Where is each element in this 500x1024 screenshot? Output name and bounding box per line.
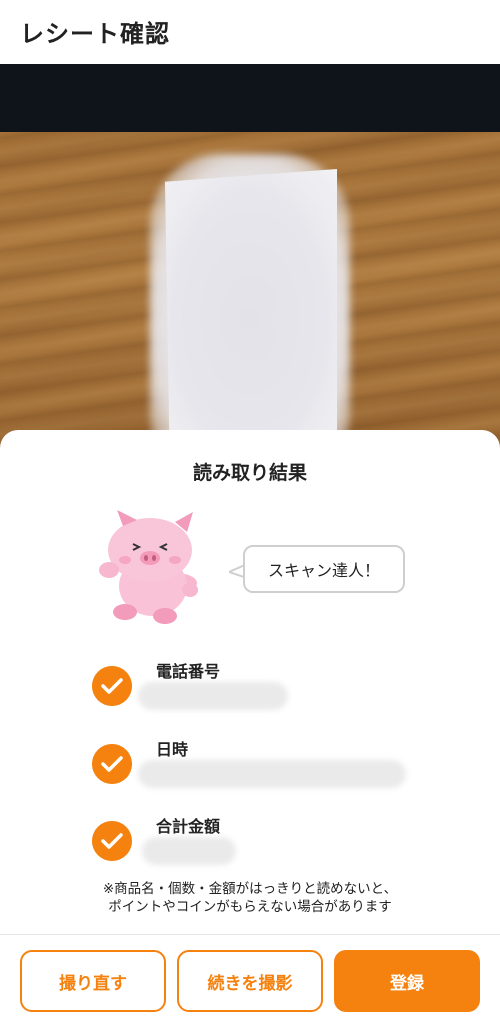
page-title: レシート確認 (20, 20, 170, 48)
result-title: 読み取り結果 (192, 462, 307, 484)
check-label-phone: 電話番号 (156, 662, 221, 681)
check-icon (92, 744, 132, 784)
notice-text: ※商品名・個数・金額がはっきりと読めないと、 ポイントやコインがもらえない場合が… (0, 880, 500, 916)
photo-top-strip (0, 64, 500, 132)
check-row-total: 合計金額 (92, 817, 432, 867)
register-button[interactable]: 登録 (334, 950, 480, 1012)
pig-mascot-icon (99, 510, 198, 624)
notice-line-2: ポイントやコインがもらえない場合があります (108, 899, 392, 915)
continue-shooting-button[interactable]: 続きを撮影 (177, 950, 323, 1012)
check-label-datetime: 日時 (156, 740, 189, 759)
redacted-value (138, 760, 406, 788)
check-row-datetime: 日時 (92, 740, 432, 790)
result-sheet: 読み取り結果 スキャン達人！ 電話番号 日時 合計金額 ※商品名・個数・金額がは… (0, 430, 500, 1024)
notice-line-1: ※商品名・個数・金額がはっきりと読めないと、 (102, 881, 398, 897)
mascot-speech-bubble: スキャン達人！ (243, 545, 405, 593)
check-row-phone: 電話番号 (92, 662, 432, 712)
check-icon (92, 821, 132, 861)
app-header: レシート確認 (0, 0, 500, 64)
receipt-photo (0, 64, 500, 464)
receipt-blur (150, 154, 350, 464)
redacted-value (138, 682, 288, 710)
check-icon (92, 666, 132, 706)
check-label-total: 合計金額 (156, 817, 221, 836)
retake-button[interactable]: 撮り直す (20, 950, 166, 1012)
redacted-value (142, 837, 236, 865)
footer-divider (0, 934, 500, 935)
